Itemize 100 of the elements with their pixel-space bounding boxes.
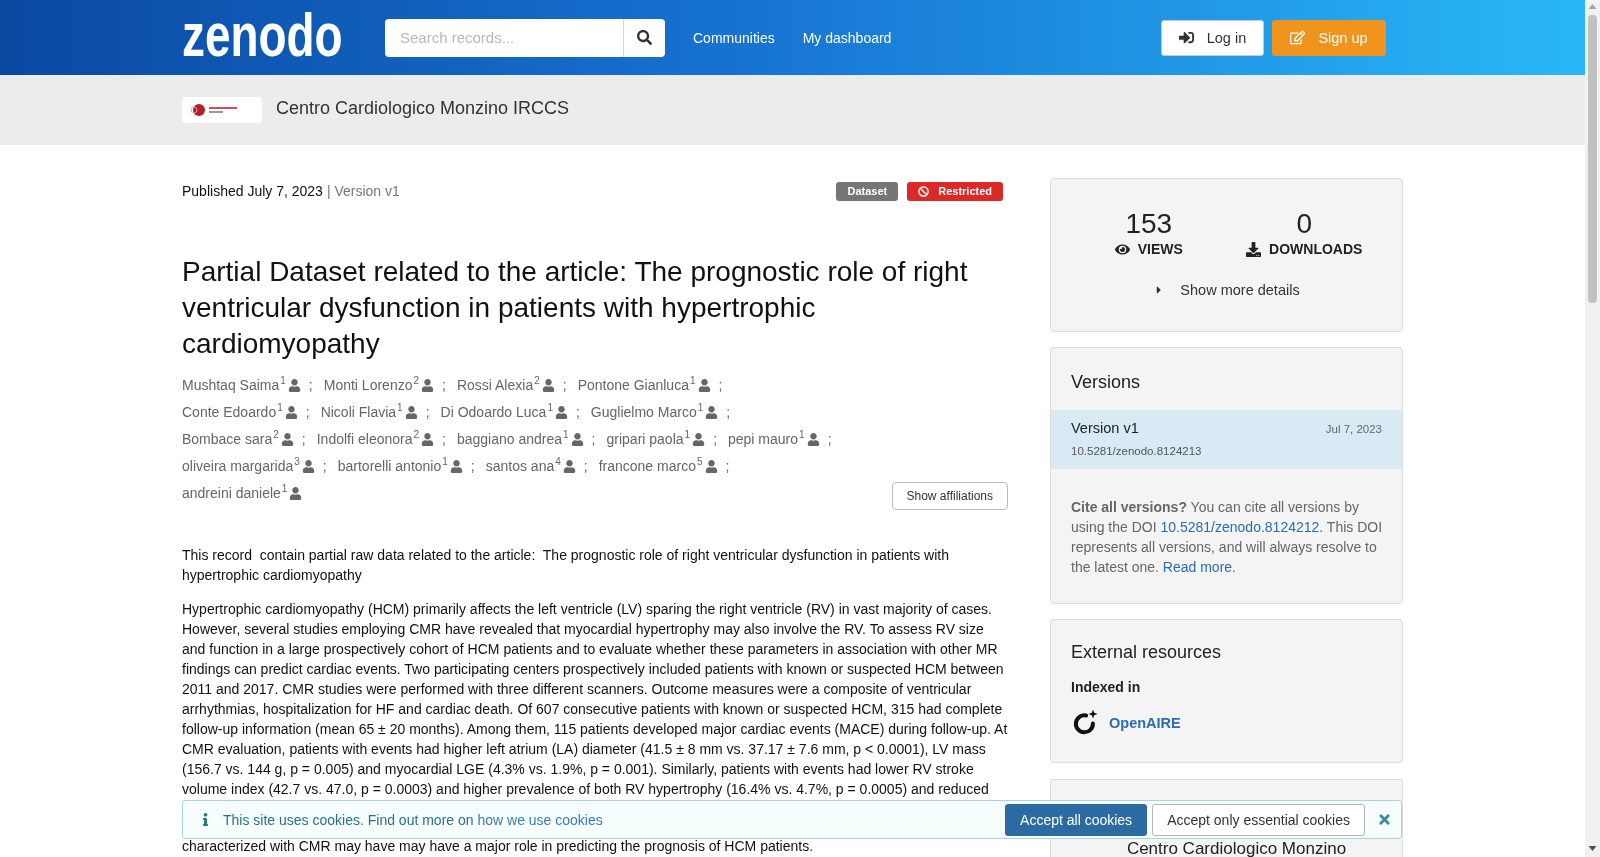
person-icon bbox=[301, 460, 315, 473]
author-separator: ; bbox=[725, 457, 730, 476]
person-icon bbox=[289, 487, 303, 500]
author-separator: ; bbox=[442, 430, 446, 449]
resource-type-badge: Dataset bbox=[836, 181, 899, 201]
person-icon bbox=[287, 379, 301, 392]
author-name[interactable]: Guglielmo Marco bbox=[590, 399, 697, 426]
affiliation-number: 1 bbox=[442, 457, 448, 467]
author-separator: ; bbox=[718, 376, 723, 395]
author-name[interactable]: Rossi Alexia bbox=[456, 372, 534, 399]
author-name[interactable]: bartorelli antonio bbox=[337, 453, 442, 480]
community-name[interactable]: Centro Cardiologico Monzino IRCCS bbox=[276, 97, 570, 119]
search-icon bbox=[637, 30, 652, 45]
accept-all-button[interactable]: Accept all cookies bbox=[1005, 803, 1148, 836]
affiliation-number: 1 bbox=[281, 484, 288, 494]
stat-label: DOWNLOADS bbox=[1269, 240, 1363, 258]
author-separator: ; bbox=[470, 457, 475, 476]
author-name[interactable]: Indolfi eleonora bbox=[316, 426, 413, 453]
affiliation-number: 2 bbox=[413, 376, 419, 386]
resource-link[interactable]: OpenAIRE bbox=[1109, 714, 1181, 731]
person-icon bbox=[284, 406, 298, 419]
affiliation-number: 1 bbox=[563, 430, 569, 440]
affiliation-number: 1 bbox=[684, 430, 691, 440]
author-name[interactable]: andreini daniele bbox=[182, 480, 281, 507]
indexed-in-label: Indexed in bbox=[1071, 678, 1142, 697]
version-text: | Version v1 bbox=[326, 183, 400, 199]
author-separator: ; bbox=[827, 430, 832, 449]
author-name[interactable]: Pontone Gianluca bbox=[577, 372, 689, 399]
author-separator: ; bbox=[562, 376, 567, 395]
openaire-logo-icon bbox=[1071, 709, 1098, 736]
person-icon bbox=[280, 433, 294, 446]
author-name[interactable]: gripari paola bbox=[606, 426, 684, 453]
affiliation-number: 2 bbox=[534, 376, 540, 386]
cookie-policy-link[interactable]: how we use cookies bbox=[477, 811, 603, 828]
author-separator: ; bbox=[726, 403, 731, 422]
affiliation-number: 1 bbox=[689, 376, 696, 386]
person-icon bbox=[704, 460, 718, 473]
author-name[interactable]: Monti Lorenzo bbox=[323, 372, 413, 399]
affiliation-number: 5 bbox=[696, 457, 703, 467]
person-icon bbox=[421, 433, 435, 446]
author-name[interactable]: Mushtaq Saima bbox=[182, 372, 280, 399]
edit-icon bbox=[1290, 30, 1306, 45]
affiliation-number: 1 bbox=[547, 403, 553, 413]
author-name[interactable]: santos ana bbox=[485, 453, 555, 480]
person-icon bbox=[806, 433, 820, 446]
search-button[interactable] bbox=[623, 18, 665, 57]
details-toggle[interactable]: Show more details bbox=[1153, 280, 1300, 300]
download-icon bbox=[1246, 241, 1262, 257]
description-paragraph: characterized with CMR may have may have a major role in predicting the prognosis of HCM patients. bbox=[182, 839, 815, 854]
person-icon bbox=[570, 433, 584, 446]
affiliation-number: 1 bbox=[277, 403, 283, 413]
card-title: Versions bbox=[1070, 371, 1142, 394]
affiliation-number: 4 bbox=[555, 457, 561, 467]
nav-link[interactable]: Communities bbox=[693, 29, 775, 46]
author-separator: ; bbox=[322, 457, 327, 476]
card-title: External resources bbox=[1071, 641, 1223, 664]
author-separator: ; bbox=[442, 376, 446, 395]
description-paragraph: This record contain partial raw data related to the article: The prognostic role of right ventricular dysfunction in patients with hypertrophic cardiomyopathy bbox=[182, 546, 951, 585]
author-name[interactable]: Di Odoardo Luca bbox=[440, 399, 547, 426]
cite-note: Cite all versions? You can cite all versions by using the DOI 10.5281/zenodo.8124212. This DOI represents all versions, and will always resolve to the latest one. Read more. bbox=[1070, 498, 1384, 577]
stat-value: 153 bbox=[1125, 208, 1173, 240]
person-icon bbox=[692, 433, 706, 446]
sign-in-icon bbox=[1178, 30, 1194, 45]
version-date: Jul 7, 2023 bbox=[1325, 423, 1382, 435]
stat-value: 0 bbox=[1296, 208, 1313, 240]
affiliation-number: 1 bbox=[280, 376, 286, 386]
person-icon bbox=[705, 406, 719, 419]
search-field[interactable]: Search records... bbox=[385, 18, 623, 57]
description-paragraph: Hypertrophic cardiomyopathy (HCM) primarily affects the left ventricle (LV) sparing the right ventricle (RV) in vast majority of cases. However, several studies employing CMR have revealed that myocardial hypertrophy may also involve the RV. To assess RV size and function in a large prospectively cohort of HCM patients and to evaluate whether these parameters in association with other MR findings can predict cardiac events. Two participating centers prospectively included patients with known or suspected HCM between 2011 and 2017. CMR studies were performed with three different scanners. Outcome measures were a composite of ventricular arrhythmias, hospitalization for HF and cardiac death. Of 607 consecutive patients with known or suspected HCM, 315 had complete follow-up information (mean 65 ± 20 months). Among them, 115 patients developed major cardiac events (MACE) during follow-up. At CMR evaluation, patients with events had higher left atrium (LA) diameter (41.5 ± 8 mm vs. 37.17 ± 7.6 mm, p < 0.0001), LV mass (156.7 vs. 144 g, p = 0.005) and myocardial LGE (4.3% vs. 1.9%, p = 0.001). Similarly, patients with events had lower RV stroke volume index (42.7 vs. 47.0, p = 0.0003) and higher prevalence of both RV hypertrophy (16.4% vs. 4.7%, p = 0.0005) and reduced bbox=[182, 600, 1008, 799]
author-name[interactable]: Conte Edoardo bbox=[182, 399, 277, 426]
read-more-link[interactable]: Read more bbox=[1162, 559, 1233, 575]
person-icon bbox=[404, 406, 418, 419]
version-item[interactable]: Version v1 Jul 7, 2023 10.5281/zenodo.8124213 bbox=[1051, 410, 1402, 469]
affiliation-number: 1 bbox=[799, 430, 805, 440]
stat-label: VIEWS bbox=[1137, 240, 1183, 258]
log-in-button[interactable]: Log in bbox=[1161, 19, 1264, 56]
author-separator: ; bbox=[425, 403, 430, 422]
affiliation-number: 1 bbox=[397, 403, 403, 413]
person-icon bbox=[421, 379, 434, 392]
accept-essential-button[interactable]: Accept only essential cookies bbox=[1152, 803, 1365, 836]
author-separator: ; bbox=[301, 430, 306, 449]
close-icon[interactable] bbox=[1377, 812, 1392, 827]
scrollbar[interactable] bbox=[1585, 0, 1600, 857]
author-separator: ; bbox=[713, 430, 717, 449]
author-name[interactable]: Nicoli Flavia bbox=[320, 399, 397, 426]
cookie-message: This site uses cookies. Find out more on how we use cookies bbox=[223, 811, 604, 828]
nav-link[interactable]: My dashboard bbox=[802, 29, 892, 46]
affiliation-number: 2 bbox=[413, 430, 420, 440]
author-separator: ; bbox=[305, 403, 310, 422]
zenodo-logo[interactable]: zenodo bbox=[182, 4, 343, 65]
author-name[interactable]: francone marco bbox=[598, 453, 696, 480]
person-icon bbox=[562, 460, 576, 473]
author-name[interactable]: Bombace sara bbox=[182, 426, 273, 453]
author-name[interactable]: oliveira margarida bbox=[182, 453, 294, 480]
author-name[interactable]: baggiano andrea bbox=[456, 426, 563, 453]
affiliation-number: 2 bbox=[273, 430, 279, 440]
person-icon bbox=[697, 379, 711, 392]
show-affiliations-button[interactable]: Show affiliations bbox=[891, 482, 1008, 510]
author-name[interactable]: pepi mauro bbox=[728, 426, 799, 453]
author-separator: ; bbox=[583, 457, 588, 476]
